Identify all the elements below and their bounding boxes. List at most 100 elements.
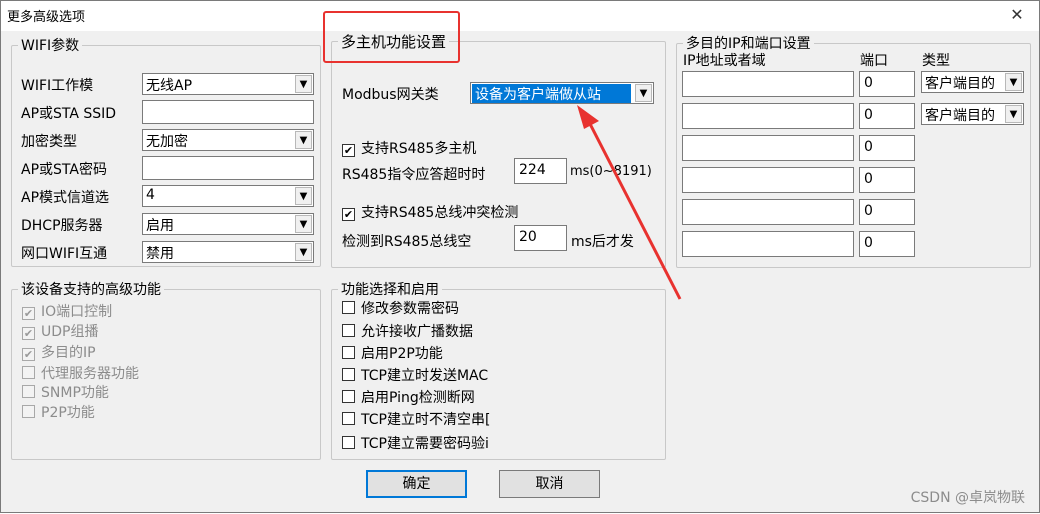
advanced-legend: 该设备支持的高级功能 xyxy=(21,282,161,298)
ip-input-1[interactable] xyxy=(682,71,854,97)
adv-multi-ip-label: 多目的IP xyxy=(41,345,96,361)
annotation-highlight-box xyxy=(323,11,460,63)
functions-legend: 功能选择和启用 xyxy=(341,282,439,298)
type-select-2[interactable]: 客户端目的 ▼ xyxy=(921,103,1024,125)
port-input-4[interactable]: 0 xyxy=(859,167,915,193)
adv-p2p-checkbox: P2P功能 xyxy=(22,402,95,422)
fn-keep-serial-label: TCP建立时不清空串[ xyxy=(361,412,491,428)
chevron-down-icon[interactable]: ▼ xyxy=(295,215,312,233)
options-dialog: 更多高级选项 ✕ WIFI参数 WIFI工作模 无线AP ▼ AP或STA SS… xyxy=(0,0,1040,513)
port-input-6[interactable]: 0 xyxy=(859,231,915,257)
window-title: 更多高级选项 xyxy=(7,10,86,25)
type-select-1[interactable]: 客户端目的 ▼ xyxy=(921,71,1024,93)
rs485-multihost-label: 支持RS485多主机 xyxy=(361,141,477,157)
adv-udp-multicast-checkbox: ✔ UDP组播 xyxy=(22,321,98,341)
rs485-multihost-checkbox[interactable]: ✔ 支持RS485多主机 xyxy=(342,138,476,158)
idle-unit: ms后才发 xyxy=(571,234,634,250)
check-icon[interactable]: ✔ xyxy=(342,144,355,157)
modbus-label: Modbus网关类 xyxy=(342,87,439,103)
dhcp-select[interactable]: 启用 ▼ xyxy=(142,213,314,235)
timeout-input[interactable]: 224 xyxy=(514,158,567,184)
type-value-1: 客户端目的 xyxy=(925,76,995,92)
dhcp-label: DHCP服务器 xyxy=(21,218,103,234)
port-input-5[interactable]: 0 xyxy=(859,199,915,225)
close-icon[interactable]: ✕ xyxy=(1005,4,1029,26)
dhcp-value: 启用 xyxy=(146,218,174,234)
check-icon[interactable]: ✔ xyxy=(342,208,355,221)
chevron-down-icon[interactable]: ▼ xyxy=(1005,105,1022,123)
encryption-label: 加密类型 xyxy=(21,134,77,150)
wifi-mode-label: WIFI工作模 xyxy=(21,78,94,94)
watermark-text: CSDN @卓岚物联 xyxy=(910,490,1025,506)
adv-proxy-checkbox: 代理服务器功能 xyxy=(22,363,139,383)
timeout-unit: ms(0~8191) xyxy=(570,164,652,179)
idle-input[interactable]: 20 xyxy=(514,225,567,251)
fn-ping-checkbox[interactable]: 启用Ping检测断网 xyxy=(342,387,475,407)
fn-p2p-label: 启用P2P功能 xyxy=(361,346,443,362)
bridge-value: 禁用 xyxy=(146,246,174,262)
collision-check-label: 支持RS485总线冲突检测 xyxy=(361,205,519,221)
wifi-legend: WIFI参数 xyxy=(21,38,80,54)
chevron-down-icon[interactable]: ▼ xyxy=(295,243,312,261)
chevron-down-icon[interactable]: ▼ xyxy=(295,75,312,93)
modbus-mode-select[interactable]: 设备为客户端做从站 ▼ xyxy=(470,82,654,104)
port-input-3[interactable]: 0 xyxy=(859,135,915,161)
ssid-input[interactable] xyxy=(142,100,314,124)
port-column-header: 端口 xyxy=(860,53,888,69)
fn-send-mac-label: TCP建立时发送MAC xyxy=(361,368,489,384)
adv-io-control-checkbox: ✔ IO端口控制 xyxy=(22,301,112,321)
ip-input-3[interactable] xyxy=(682,135,854,161)
check-icon: ✔ xyxy=(22,327,35,340)
fn-p2p-checkbox[interactable]: 启用P2P功能 xyxy=(342,343,443,363)
type-column-header: 类型 xyxy=(922,53,950,69)
encryption-select[interactable]: 无加密 ▼ xyxy=(142,129,314,151)
timeout-label: RS485指令应答超时时 xyxy=(342,167,486,183)
port-input-2[interactable]: 0 xyxy=(859,103,915,129)
channel-select[interactable]: 4 ▼ xyxy=(142,185,314,207)
channel-value: 4 xyxy=(146,187,155,203)
bridge-label: 网口WIFI互通 xyxy=(21,246,108,262)
idle-label: 检测到RS485总线空 xyxy=(342,234,472,250)
fn-tcp-auth-label: TCP建立需要密码验i xyxy=(361,436,489,452)
ip-input-5[interactable] xyxy=(682,199,854,225)
modbus-mode-value: 设备为客户端做从站 xyxy=(472,84,631,103)
ip-input-4[interactable] xyxy=(682,167,854,193)
channel-label: AP模式信道选 xyxy=(21,190,110,206)
chevron-down-icon[interactable]: ▼ xyxy=(295,131,312,149)
encryption-value: 无加密 xyxy=(146,134,188,150)
fn-tcp-auth-checkbox[interactable]: TCP建立需要密码验i xyxy=(342,433,489,453)
ssid-label: AP或STA SSID xyxy=(21,106,117,122)
chevron-down-icon[interactable]: ▼ xyxy=(295,187,312,205)
adv-udp-multicast-label: UDP组播 xyxy=(41,324,99,340)
bridge-select[interactable]: 禁用 ▼ xyxy=(142,241,314,263)
ip-input-2[interactable] xyxy=(682,103,854,129)
adv-snmp-label: SNMP功能 xyxy=(41,385,109,401)
fn-keep-serial-checkbox[interactable]: TCP建立时不清空串[ xyxy=(342,409,490,429)
cancel-button[interactable]: 取消 xyxy=(499,470,600,498)
wifi-mode-value: 无线AP xyxy=(146,78,193,94)
adv-snmp-checkbox: SNMP功能 xyxy=(22,382,109,402)
fn-broadcast-label: 允许接收广播数据 xyxy=(361,324,473,340)
password-input[interactable] xyxy=(142,156,314,180)
fn-ping-label: 启用Ping检测断网 xyxy=(361,390,475,406)
ok-button[interactable]: 确定 xyxy=(366,470,467,498)
title-bar: 更多高级选项 ✕ xyxy=(1,1,1039,31)
chevron-down-icon[interactable]: ▼ xyxy=(1005,73,1022,91)
fn-password-checkbox[interactable]: 修改参数需密码 xyxy=(342,298,459,318)
password-label: AP或STA密码 xyxy=(21,162,107,178)
ip-input-6[interactable] xyxy=(682,231,854,257)
check-icon: ✔ xyxy=(22,307,35,320)
fn-broadcast-checkbox[interactable]: 允许接收广播数据 xyxy=(342,321,473,341)
adv-io-control-label: IO端口控制 xyxy=(41,304,113,320)
adv-multi-ip-checkbox: ✔ 多目的IP xyxy=(22,342,96,362)
chevron-down-icon[interactable]: ▼ xyxy=(635,84,652,102)
fn-password-label: 修改参数需密码 xyxy=(361,301,459,317)
fn-send-mac-checkbox[interactable]: TCP建立时发送MAC xyxy=(342,365,488,385)
adv-p2p-label: P2P功能 xyxy=(41,405,95,421)
type-value-2: 客户端目的 xyxy=(925,108,995,124)
adv-proxy-label: 代理服务器功能 xyxy=(41,366,139,382)
port-input-1[interactable]: 0 xyxy=(859,71,915,97)
ip-column-header: IP地址或者域 xyxy=(683,53,766,69)
collision-check-checkbox[interactable]: ✔ 支持RS485总线冲突检测 xyxy=(342,202,518,222)
wifi-mode-select[interactable]: 无线AP ▼ xyxy=(142,73,314,95)
